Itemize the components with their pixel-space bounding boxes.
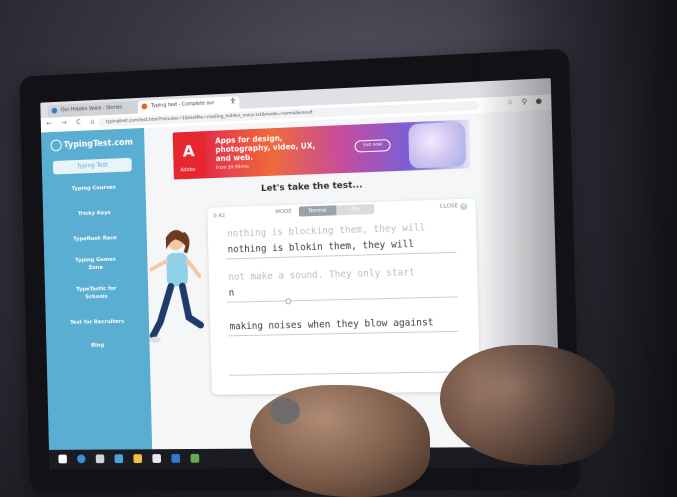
tab-favicon-icon [141, 103, 148, 110]
keyboard-logo-icon [50, 139, 62, 152]
close-test-button[interactable]: CLOSE × [439, 202, 468, 211]
upcoming-text-line: making noises when they blow against [229, 317, 434, 333]
mode-label: MODE [275, 208, 292, 216]
close-label: CLOSE [439, 203, 459, 210]
sidebar-item-test-for-recruiters[interactable]: Test for Recruiters [51, 317, 143, 327]
new-tab-button[interactable]: + [229, 95, 236, 104]
runner-illustration [146, 219, 207, 367]
adobe-logo-glyph: A [182, 141, 195, 161]
ring-icon [270, 398, 300, 424]
ad-artwork [408, 121, 467, 169]
mode-normal-toggle[interactable]: Normal [298, 205, 337, 217]
cursor-marker-icon [285, 298, 292, 305]
ad-headline: Apps for design, photography, video, UX,… [215, 133, 316, 164]
source-text-line: not make a sound. They only start [228, 267, 416, 284]
store-icon[interactable] [152, 454, 162, 463]
test-headline: Let's take the test... [260, 180, 363, 195]
tab-label: Our Hidden Voice - Stories [60, 104, 123, 114]
site-logo[interactable]: TypingTest.com [50, 136, 134, 152]
mode-pro-toggle[interactable]: Pro [336, 204, 375, 216]
sidebar: TypingTest.com Typing Test Typing Course… [41, 127, 153, 450]
windows-start-icon[interactable] [58, 454, 67, 464]
source-text-line: nothing is blocking them, they will [227, 222, 426, 240]
logo-text: TypingTest.com [63, 137, 134, 151]
ad-cta-button[interactable]: Get now [354, 139, 391, 153]
line-divider [228, 371, 460, 376]
typing-input-line[interactable]: n [229, 288, 235, 299]
line-divider [227, 296, 458, 303]
tab-favicon-icon [51, 107, 58, 114]
adobe-logo: A Adobe [172, 131, 207, 180]
tab-label: Typing test - Complete our [150, 100, 215, 110]
file-explorer-icon[interactable] [133, 454, 143, 464]
adobe-logo-text: Adobe [180, 166, 196, 174]
app-icon[interactable] [190, 453, 200, 463]
sidebar-item-typerush-race[interactable]: TypeRush Race [49, 234, 141, 245]
close-icon: × [460, 202, 468, 211]
adobe-ad-banner[interactable]: A Adobe Apps for design, photography, vi… [172, 119, 471, 180]
task-view-icon[interactable] [114, 454, 124, 464]
sidebar-item-typing-test[interactable]: Typing Test [52, 157, 132, 175]
timer: 0:42 [213, 213, 226, 220]
edge-icon[interactable] [77, 454, 86, 464]
search-icon[interactable] [95, 454, 105, 464]
sidebar-item-blog[interactable]: Blog [52, 341, 144, 350]
sidebar-item-typetastic-schools[interactable]: TypeTastic for Schools [50, 284, 142, 302]
sidebar-item-tricky-keys[interactable]: Tricky Keys [49, 208, 141, 219]
ad-price: From $9.99/mo [215, 164, 249, 172]
mail-icon[interactable] [171, 453, 181, 463]
sidebar-item-typing-courses[interactable]: Typing Courses [48, 183, 140, 194]
dark-sleeve [477, 0, 677, 497]
sidebar-item-typing-games-zone[interactable]: Typing Games Zone [50, 255, 142, 273]
typing-test-card: 0:42 MODE Normal Pro CLOSE × nothing is b… [207, 198, 481, 395]
nav-buttons[interactable]: ← → C ⌂ [46, 117, 98, 127]
